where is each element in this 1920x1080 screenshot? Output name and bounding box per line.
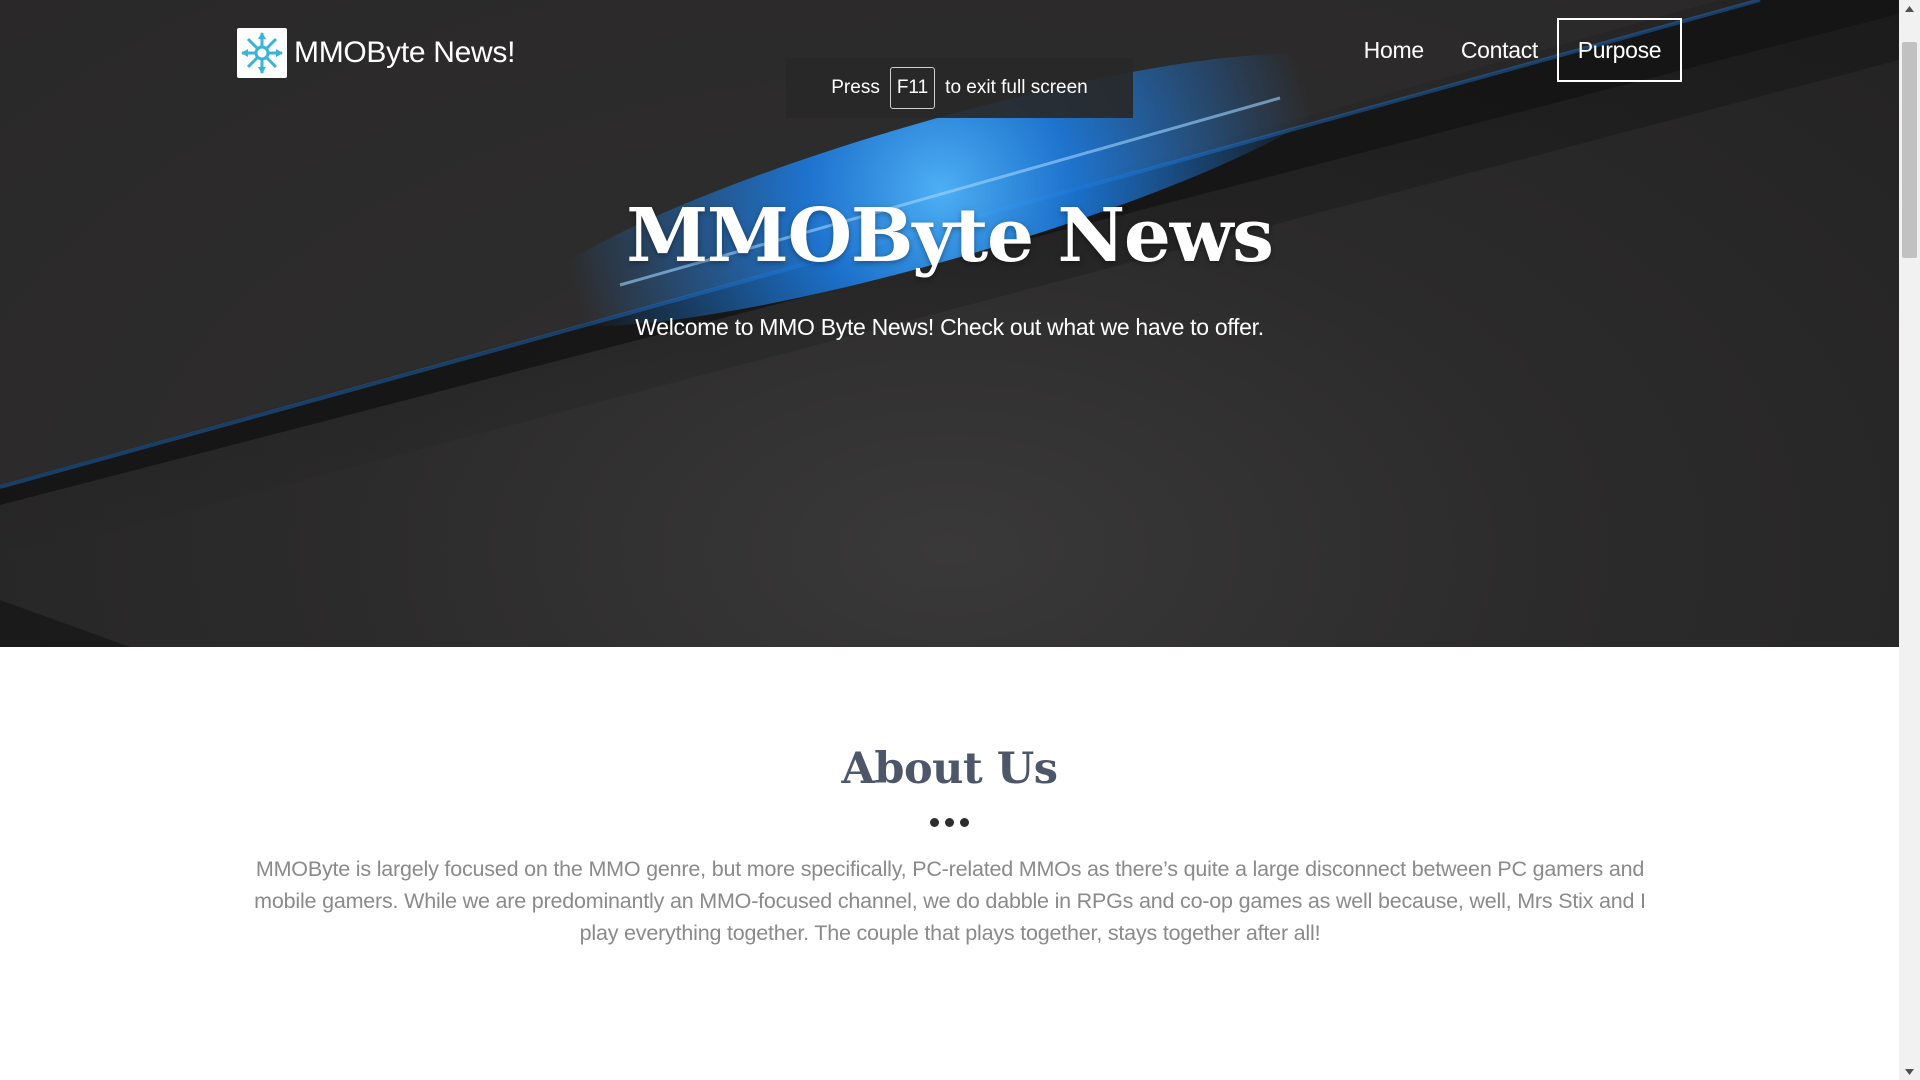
- scroll-down-arrow-icon[interactable]: [1899, 1063, 1920, 1080]
- nav-contact-link[interactable]: Contact: [1461, 37, 1538, 64]
- fullscreen-notice: Press F11 to exit full screen: [786, 58, 1133, 118]
- fullscreen-key-badge: F11: [889, 67, 936, 109]
- divider-dot: [930, 818, 939, 827]
- hero-title: MMOByte News: [626, 193, 1274, 279]
- brand-name: MMOByte News!: [294, 36, 516, 69]
- nav-home-link[interactable]: Home: [1364, 37, 1424, 64]
- brand[interactable]: MMOByte News!: [237, 28, 515, 78]
- snowflake-logo-icon: [237, 28, 287, 78]
- scroll-up-arrow-icon[interactable]: [1899, 0, 1920, 17]
- nav-purpose-button[interactable]: Purpose: [1557, 18, 1682, 82]
- about-title: About Us: [841, 744, 1058, 794]
- fullscreen-notice-prefix: Press: [831, 77, 880, 98]
- page-scrollbar[interactable]: [1899, 0, 1920, 1080]
- fullscreen-notice-suffix: to exit full screen: [945, 77, 1088, 98]
- divider-dot: [945, 818, 954, 827]
- about-body: MMOByte is largely focused on the MMO ge…: [254, 857, 1646, 945]
- divider-dot: [960, 818, 969, 827]
- hero-section: MMOByte News! Home Contact Purpose Press…: [0, 0, 1899, 647]
- scrollbar-thumb[interactable]: [1902, 42, 1917, 258]
- hero-subtitle: Welcome to MMO Byte News! Check out what…: [635, 314, 1264, 340]
- divider-dots: [0, 818, 1899, 827]
- main-nav: Home Contact Purpose: [1364, 18, 1682, 82]
